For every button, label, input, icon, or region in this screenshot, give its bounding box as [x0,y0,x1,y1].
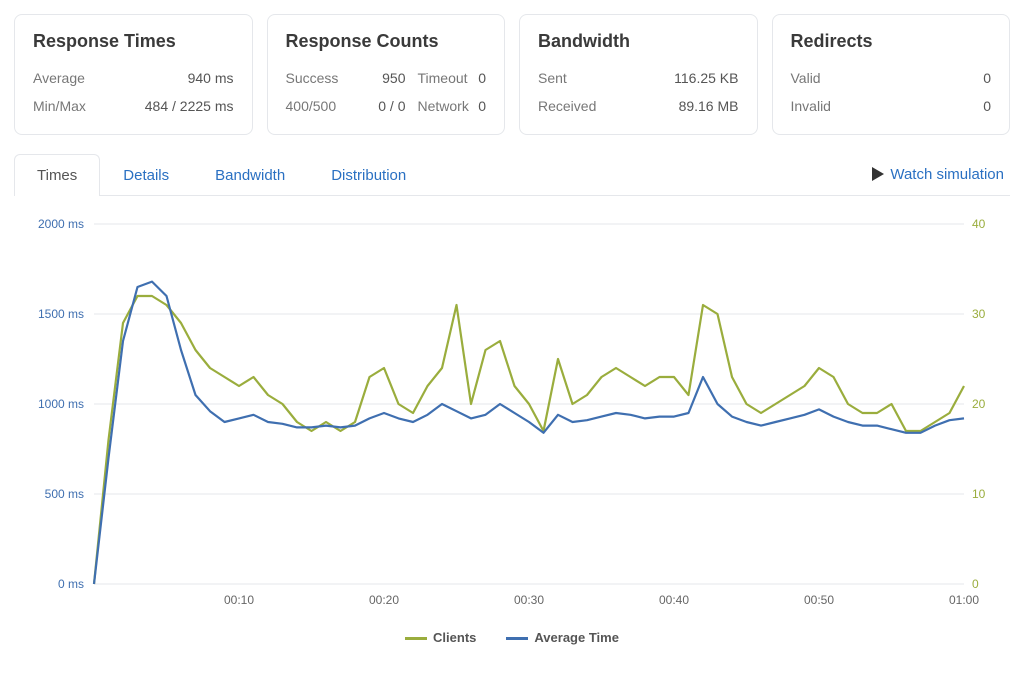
metric-label: Network [418,92,478,120]
card-title: Redirects [791,31,992,52]
legend-avgtime: Average Time [506,630,619,645]
svg-text:00:40: 00:40 [659,593,689,607]
metric-row: Valid 0 [791,64,992,92]
svg-text:1000 ms: 1000 ms [38,397,84,411]
metric-row: Average 940 ms [33,64,234,92]
svg-text:500 ms: 500 ms [45,487,84,501]
svg-text:01:00: 01:00 [949,593,979,607]
tab-details[interactable]: Details [100,154,192,196]
metric-label: Timeout [418,64,478,92]
svg-text:20: 20 [972,397,986,411]
metric-label: 400/500 [286,92,356,120]
metric-value: 0 [861,92,992,120]
card-response-counts: Response Counts Success 950 Timeout 0 40… [267,14,506,135]
metric-value: 950 [356,64,406,92]
metric-row: Sent 116.25 KB [538,64,739,92]
metric-row: Min/Max 484 / 2225 ms [33,92,234,120]
svg-text:00:30: 00:30 [514,593,544,607]
metric-row: Invalid 0 [791,92,992,120]
metric-label: Success [286,64,356,92]
tab-bandwidth[interactable]: Bandwidth [192,154,308,196]
metric-value: 0 [861,64,992,92]
legend-clients: Clients [405,630,476,645]
metric-value: 0 [478,92,487,120]
chart-legend: Clients Average Time [24,624,1000,649]
tabs: Times Details Bandwidth Distribution Wat… [14,153,1010,196]
metric-value: 0 [478,64,487,92]
svg-text:00:10: 00:10 [224,593,254,607]
metric-value: 89.16 MB [618,92,739,120]
metric-value: 940 ms [103,64,234,92]
metric-row: 400/500 0 / 0 Network 0 [286,92,487,120]
card-title: Bandwidth [538,31,739,52]
svg-text:0: 0 [972,577,979,591]
svg-text:40: 40 [972,217,986,231]
metric-row: Received 89.16 MB [538,92,739,120]
metric-value: 116.25 KB [618,64,739,92]
card-response-times: Response Times Average 940 ms Min/Max 48… [14,14,253,135]
tab-area: Times Details Bandwidth Distribution Wat… [14,153,1010,653]
tab-times[interactable]: Times [14,154,100,196]
tab-distribution[interactable]: Distribution [308,154,429,196]
card-title: Response Counts [286,31,487,52]
metric-label: Average [33,64,103,92]
metric-row: Success 950 Timeout 0 [286,64,487,92]
chart-svg: 0 ms 500 ms 1000 ms 1500 ms 2000 ms 0 10 20 30 40… [24,214,1000,624]
card-title: Response Times [33,31,234,52]
metric-label: Min/Max [33,92,103,120]
play-icon [872,167,884,181]
svg-text:00:20: 00:20 [369,593,399,607]
svg-text:0 ms: 0 ms [58,577,84,591]
metric-label: Invalid [791,92,861,120]
chart: 0 ms 500 ms 1000 ms 1500 ms 2000 ms 0 10 20 30 40… [14,196,1010,653]
card-redirects: Redirects Valid 0 Invalid 0 [772,14,1011,135]
svg-text:30: 30 [972,307,986,321]
svg-text:00:50: 00:50 [804,593,834,607]
metric-label: Received [538,92,618,120]
svg-text:1500 ms: 1500 ms [38,307,84,321]
watch-simulation-link[interactable]: Watch simulation [872,166,1010,183]
legend-avgtime-label: Average Time [534,630,619,645]
metric-label: Sent [538,64,618,92]
metric-value: 484 / 2225 ms [103,92,234,120]
card-bandwidth: Bandwidth Sent 116.25 KB Received 89.16 … [519,14,758,135]
metric-value: 0 / 0 [356,92,406,120]
legend-clients-label: Clients [433,630,476,645]
watch-simulation-label: Watch simulation [890,166,1004,183]
svg-text:2000 ms: 2000 ms [38,217,84,231]
metric-label: Valid [791,64,861,92]
svg-text:10: 10 [972,487,986,501]
